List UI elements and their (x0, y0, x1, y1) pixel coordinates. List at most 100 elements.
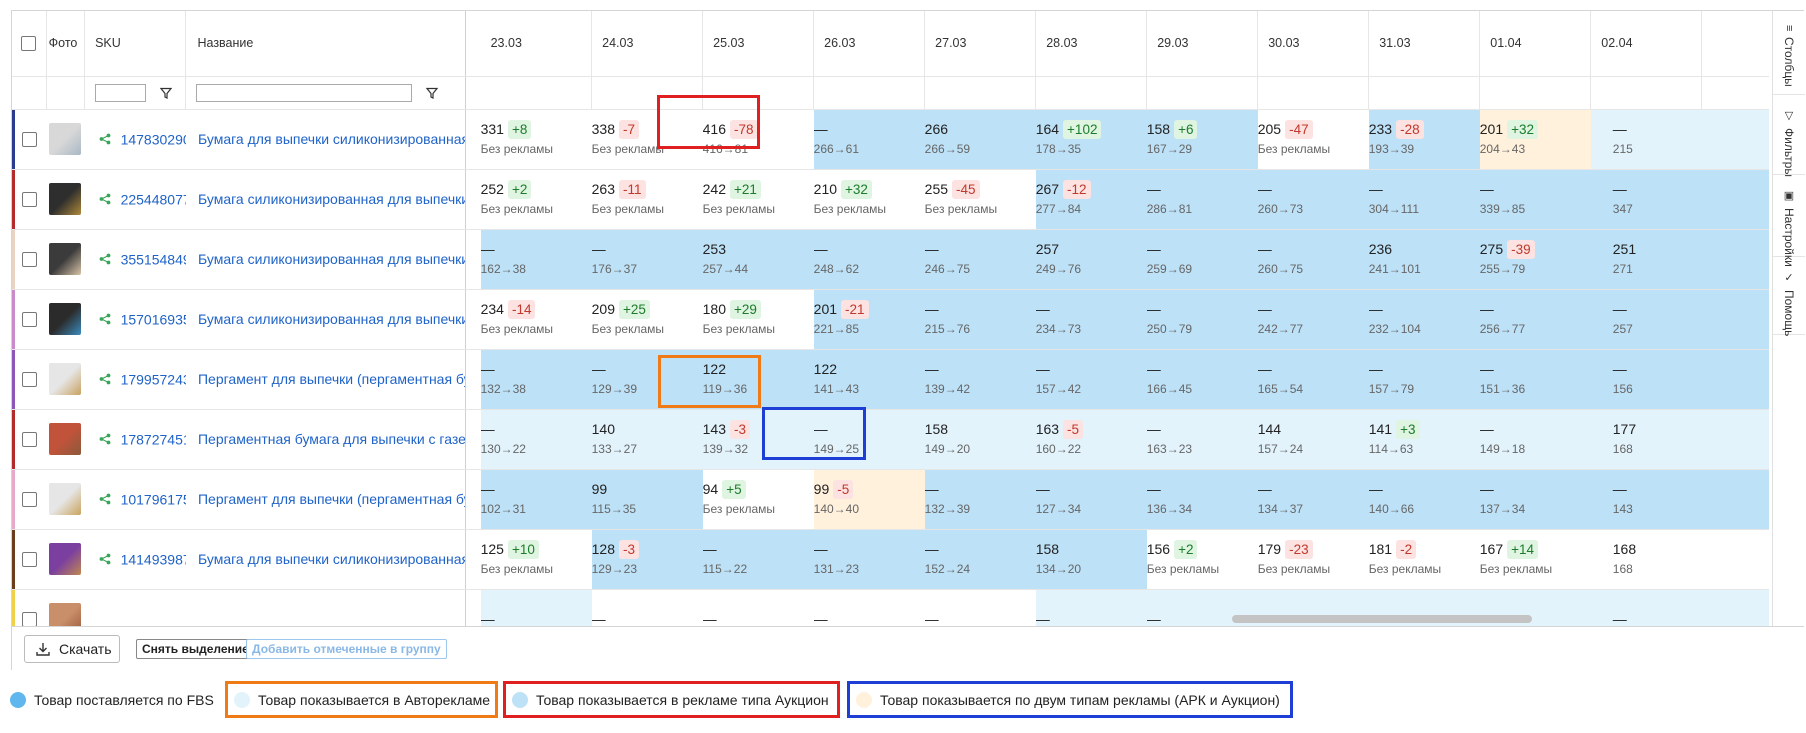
col-header-date[interactable]: 01.04 (1479, 11, 1592, 77)
stat-cell[interactable]: — 242→77 (1257, 289, 1369, 350)
stat-cell[interactable]: 140 133→27 (591, 409, 703, 470)
sidebar-tab-filters[interactable]: ▽ Фильтры (1773, 95, 1805, 177)
stat-cell[interactable]: — 176→37 (591, 229, 703, 290)
stat-cell[interactable]: — 260→73 (1257, 169, 1369, 230)
product-thumbnail[interactable] (49, 423, 82, 455)
stat-cell[interactable]: 158 134→20 (1035, 529, 1147, 590)
stat-cell[interactable]: — 149→18 (1479, 409, 1591, 470)
stat-cell[interactable]: 416 -78 416→81 (702, 109, 814, 170)
stat-cell[interactable]: — (924, 589, 1036, 626)
stat-cell[interactable]: 267 -12 277→84 (1035, 169, 1147, 230)
stat-cell[interactable]: — (480, 589, 592, 626)
share-icon[interactable] (99, 433, 111, 445)
stat-cell[interactable]: — 132→38 (480, 349, 592, 410)
sku-link[interactable]: 141493987 (121, 551, 186, 567)
stat-cell[interactable]: — 215 (1590, 109, 1769, 170)
product-thumbnail[interactable] (49, 123, 82, 155)
col-header-date[interactable]: 24.03 (591, 11, 704, 77)
stat-cell[interactable]: — 162→38 (480, 229, 592, 290)
col-header-name[interactable]: Название (185, 11, 467, 77)
product-thumbnail[interactable] (49, 303, 82, 335)
stat-cell[interactable]: — 250→79 (1146, 289, 1258, 350)
product-thumbnail[interactable] (49, 243, 82, 275)
stat-cell[interactable]: 205 -47 Без рекламы (1257, 109, 1369, 170)
col-header-date[interactable]: 29.03 (1146, 11, 1259, 77)
stat-cell[interactable]: — 149→25 (813, 409, 925, 470)
stat-cell[interactable]: — 152→24 (924, 529, 1036, 590)
stat-cell[interactable]: — 166→45 (1146, 349, 1258, 410)
sidebar-tab-help[interactable]: ✓ Помощь (1773, 257, 1805, 336)
row-checkbox[interactable] (21, 492, 37, 508)
col-header-photo[interactable]: Фото (46, 11, 86, 77)
add-to-group-button[interactable]: Добавить отмеченные в группу (246, 639, 447, 659)
sku-link[interactable]: 101796175 (121, 491, 186, 507)
stat-cell[interactable]: — 234→73 (1035, 289, 1147, 350)
stat-cell[interactable]: 257 249→76 (1035, 229, 1147, 290)
product-name-link[interactable]: Пергаментная бумага для выпечки с газетн… (186, 431, 465, 447)
stat-cell[interactable]: 263 -11 Без рекламы (591, 169, 703, 230)
horizontal-scrollbar[interactable] (1232, 615, 1532, 623)
stat-cell[interactable]: — 131→23 (813, 529, 925, 590)
stat-cell[interactable]: 177 168 (1590, 409, 1769, 470)
stat-cell[interactable]: — (702, 589, 814, 626)
share-icon[interactable] (99, 133, 111, 145)
row-checkbox[interactable] (21, 312, 37, 328)
stat-cell[interactable]: 164 +102 178→35 (1035, 109, 1147, 170)
stat-cell[interactable]: — 157→79 (1368, 349, 1480, 410)
col-header-date[interactable]: 28.03 (1035, 11, 1148, 77)
product-name-link[interactable]: Пергамент для выпечки (пергаментная бума (186, 371, 465, 387)
stat-cell[interactable]: — 257 (1590, 289, 1769, 350)
product-name-link[interactable]: Бумага для выпечки силиконизированная 50 (186, 551, 465, 567)
stat-cell[interactable]: — 260→75 (1257, 229, 1369, 290)
stat-cell[interactable]: 251 271 (1590, 229, 1769, 290)
stat-cell[interactable]: — 163→23 (1146, 409, 1258, 470)
stat-cell[interactable]: 94 +5 Без рекламы (702, 469, 814, 530)
stat-cell[interactable]: — (591, 589, 703, 626)
row-checkbox[interactable] (21, 372, 37, 388)
stat-cell[interactable]: — 286→81 (1146, 169, 1258, 230)
deselect-button[interactable]: Снять выделение (136, 639, 255, 659)
stat-cell[interactable]: — (813, 589, 925, 626)
stat-cell[interactable]: 331 +8 Без рекламы (480, 109, 592, 170)
product-thumbnail[interactable] (49, 603, 82, 626)
row-checkbox[interactable] (21, 192, 37, 208)
stat-cell[interactable]: — 256→77 (1479, 289, 1591, 350)
stat-cell[interactable]: — 304→111 (1368, 169, 1480, 230)
stat-cell[interactable]: — 130→22 (480, 409, 592, 470)
product-name-link[interactable]: Бумага для выпечки силиконизированная бе (186, 131, 465, 147)
sku-link[interactable]: 147830290 (121, 131, 186, 147)
product-thumbnail[interactable] (49, 363, 82, 395)
stat-cell[interactable]: 236 241→101 (1368, 229, 1480, 290)
sku-filter-input[interactable] (95, 83, 147, 102)
stat-cell[interactable]: — 248→62 (813, 229, 925, 290)
stat-cell[interactable]: — 136→34 (1146, 469, 1258, 530)
stat-cell[interactable]: — 232→104 (1368, 289, 1480, 350)
stat-cell[interactable]: 158 +6 167→29 (1146, 109, 1258, 170)
stat-cell[interactable]: 275 -39 255→79 (1479, 229, 1591, 290)
share-icon[interactable] (99, 193, 111, 205)
stat-cell[interactable]: 179 -23 Без рекламы (1257, 529, 1369, 590)
stat-cell[interactable]: — 165→54 (1257, 349, 1369, 410)
stat-cell[interactable]: 122 119→36 (702, 349, 814, 410)
stat-cell[interactable]: — 266→61 (813, 109, 925, 170)
share-icon[interactable] (99, 253, 111, 265)
stat-cell[interactable]: — 156 (1590, 349, 1769, 410)
table-row[interactable]: 147830290 Бумага для выпечки силиконизиро… (12, 109, 1769, 170)
stat-cell[interactable]: 233 -28 193→39 (1368, 109, 1480, 170)
stat-cell[interactable]: 168 168 (1590, 529, 1769, 590)
stat-cell[interactable]: 125 +10 Без рекламы (480, 529, 592, 590)
stat-cell[interactable]: 181 -2 Без рекламы (1368, 529, 1480, 590)
col-header-date[interactable]: 30.03 (1257, 11, 1370, 77)
sku-link[interactable]: 179957243 (121, 371, 186, 387)
table-row[interactable]: 355154849 Бумага силиконизированная для в… (12, 229, 1769, 290)
col-header-date[interactable]: 23.03 (480, 11, 593, 77)
stat-cell[interactable]: 122 141→43 (813, 349, 925, 410)
stat-cell[interactable]: — 157→42 (1035, 349, 1147, 410)
stat-cell[interactable]: — 246→75 (924, 229, 1036, 290)
col-header-date[interactable]: 26.03 (813, 11, 926, 77)
col-header-date[interactable]: 02.04 (1590, 11, 1703, 77)
stat-cell[interactable]: 266 266→59 (924, 109, 1036, 170)
row-checkbox[interactable] (21, 612, 37, 626)
product-name-link[interactable]: Бумага силиконизированная для выпечки (п (186, 191, 465, 207)
download-button[interactable]: Скачать (24, 635, 120, 663)
